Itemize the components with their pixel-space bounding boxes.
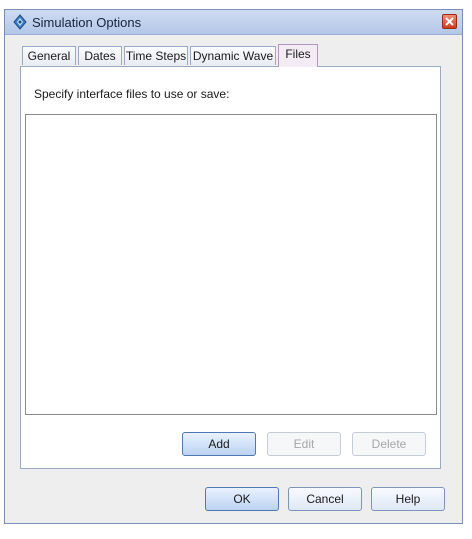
interface-files-list[interactable] bbox=[25, 114, 437, 415]
tab-files[interactable]: Files bbox=[278, 44, 318, 67]
tab-dynamic-wave[interactable]: Dynamic Wave bbox=[190, 46, 276, 65]
tab-time-steps[interactable]: Time Steps bbox=[124, 46, 188, 65]
close-icon bbox=[445, 17, 454, 26]
ok-button[interactable]: OK bbox=[205, 487, 279, 511]
delete-file-button[interactable]: Delete bbox=[352, 432, 426, 456]
files-instruction-label: Specify interface files to use or save: bbox=[34, 87, 230, 101]
edit-file-button[interactable]: Edit bbox=[267, 432, 341, 456]
title-bar[interactable]: Simulation Options bbox=[5, 10, 462, 35]
simulation-app-icon bbox=[12, 14, 28, 30]
add-file-button[interactable]: Add bbox=[182, 432, 256, 456]
close-button[interactable] bbox=[442, 14, 457, 29]
simulation-options-dialog: Simulation Options General Dates Time St… bbox=[4, 9, 463, 524]
cancel-button[interactable]: Cancel bbox=[288, 487, 362, 511]
window-title: Simulation Options bbox=[32, 15, 142, 30]
help-button[interactable]: Help bbox=[371, 487, 445, 511]
tab-dates[interactable]: Dates bbox=[78, 46, 122, 65]
tab-general[interactable]: General bbox=[22, 46, 76, 65]
files-tab-panel: Specify interface files to use or save: … bbox=[20, 66, 441, 469]
